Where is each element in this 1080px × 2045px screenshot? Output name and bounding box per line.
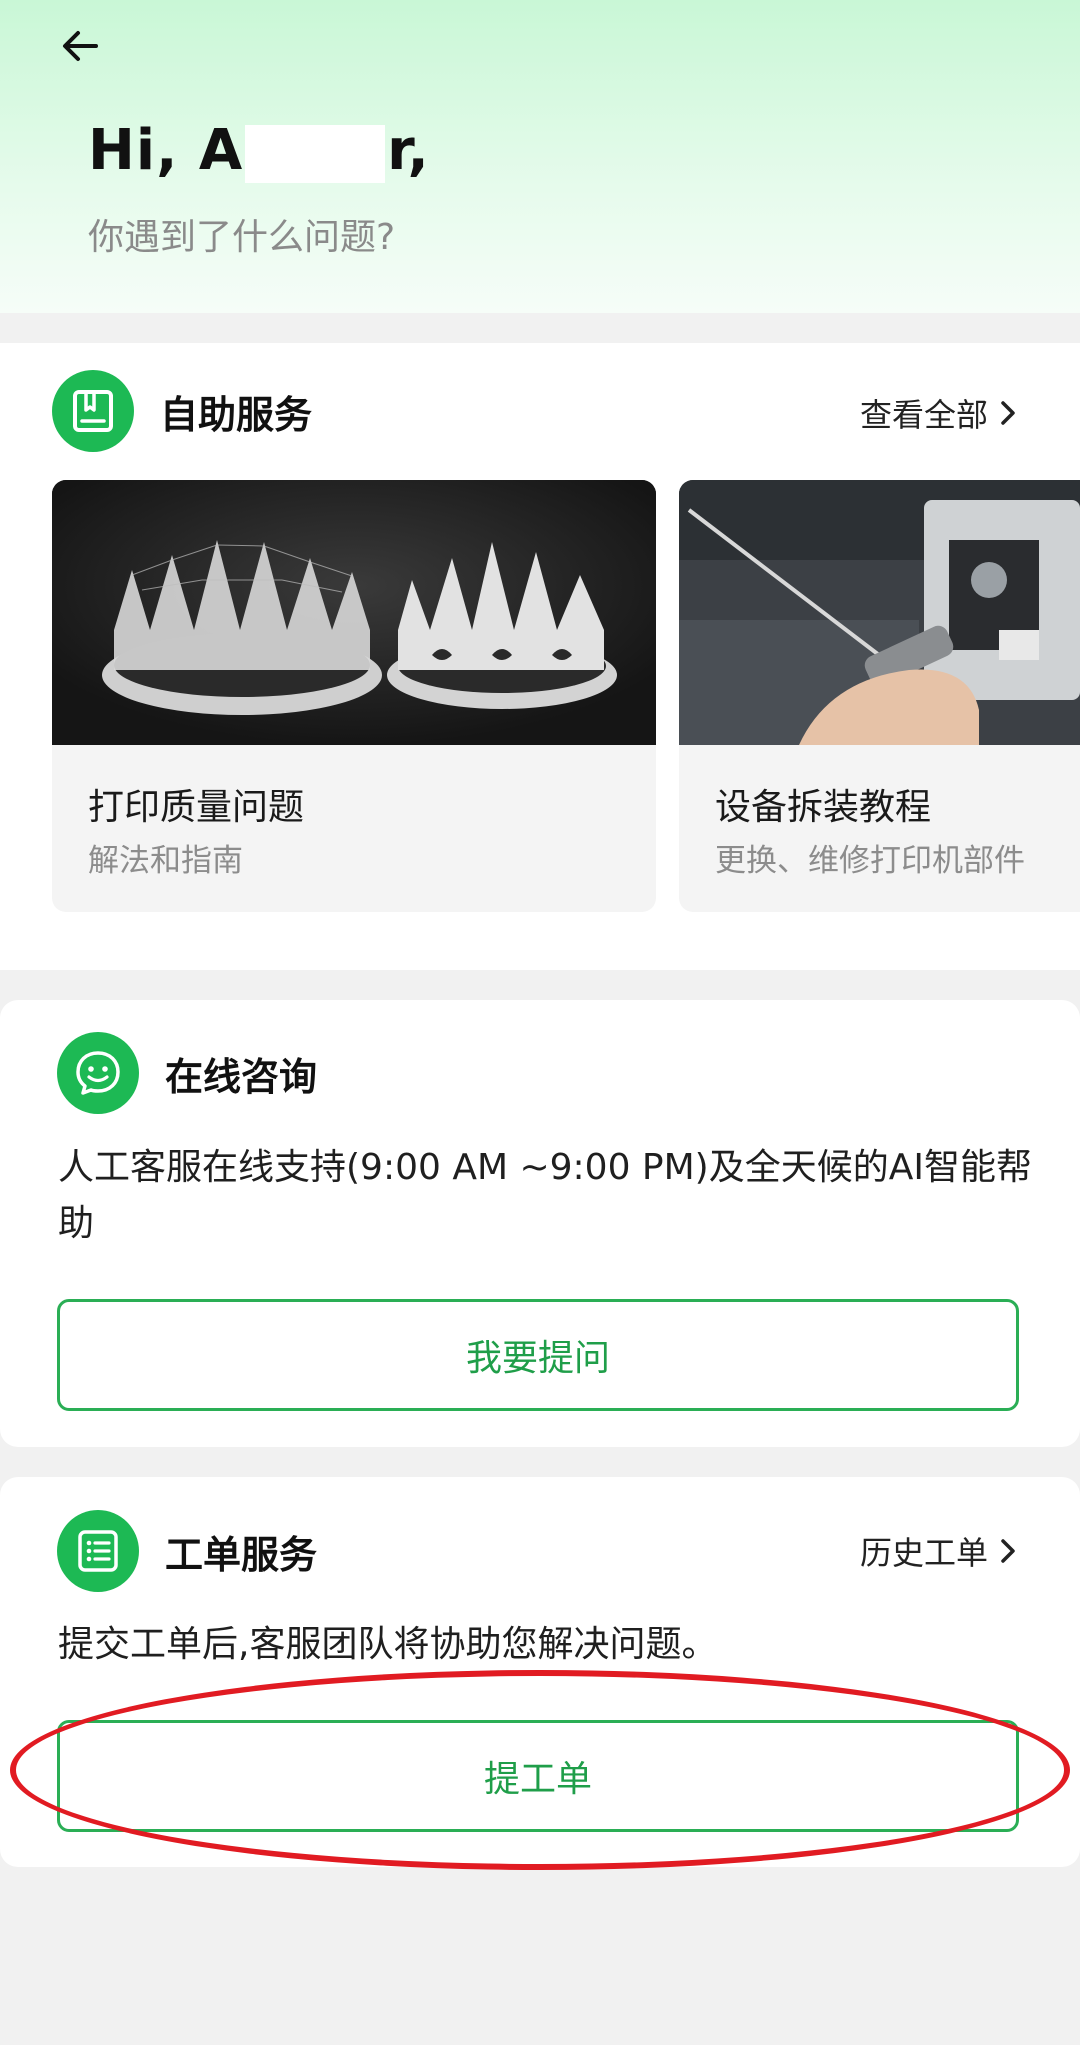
greeting: Hi, A r, xyxy=(88,118,430,183)
ticket-service-title-row: 工单服务 xyxy=(57,1510,317,1592)
ticket-history-link[interactable]: 历史工单 xyxy=(860,1528,1018,1574)
red-highlight-annotation xyxy=(10,1670,1070,1870)
book-icon xyxy=(52,370,134,452)
self-service-title: 自助服务 xyxy=(160,392,313,437)
header-subtitle: 你遇到了什么问题? xyxy=(88,217,396,258)
tile-print-quality[interactable]: 打印质量问题 解法和指南 xyxy=(52,480,656,912)
chevron-right-icon xyxy=(1001,1539,1015,1563)
tile-subtitle: 更换、维修打印机部件 xyxy=(715,843,1025,879)
back-arrow-icon xyxy=(63,31,98,61)
tile-disassembly[interactable]: 设备拆装教程 更换、维修打印机部件 xyxy=(679,480,1080,912)
ticket-service-description: 提交工单后,客服团队将协助您解决问题。 xyxy=(58,1624,718,1665)
view-all-link[interactable]: 查看全部 xyxy=(860,390,1018,436)
online-consult-description: 人工客服在线支持(9:00 AM ~9:00 PM)及全天候的AI智能帮助 xyxy=(58,1147,1032,1244)
header: Hi, A r, 你遇到了什么问题? xyxy=(0,0,1080,313)
chevron-right-icon xyxy=(1001,401,1015,425)
online-consult-title: 在线咨询 xyxy=(165,1054,318,1099)
list-icon xyxy=(57,1510,139,1592)
ticket-history-label: 历史工单 xyxy=(859,1534,988,1572)
redacted-name xyxy=(245,124,386,183)
view-all-label: 查看全部 xyxy=(859,396,988,434)
tile-title: 打印质量问题 xyxy=(88,787,305,828)
online-consult-title-row: 在线咨询 xyxy=(57,1032,317,1114)
smile-chat-icon xyxy=(57,1032,139,1114)
tile-title: 设备拆装教程 xyxy=(715,787,932,828)
self-service-title-row: 自助服务 xyxy=(52,370,312,452)
greeting-suffix: r, xyxy=(387,118,430,183)
crown-prints-image xyxy=(52,480,656,745)
back-button[interactable] xyxy=(52,18,108,74)
tile-subtitle: 解法和指南 xyxy=(88,843,243,879)
ask-question-button[interactable]: 我要提问 xyxy=(57,1299,1019,1411)
greeting-prefix: Hi, A xyxy=(88,118,244,183)
ticket-service-title: 工单服务 xyxy=(165,1532,318,1577)
printer-repair-image xyxy=(679,480,1080,745)
